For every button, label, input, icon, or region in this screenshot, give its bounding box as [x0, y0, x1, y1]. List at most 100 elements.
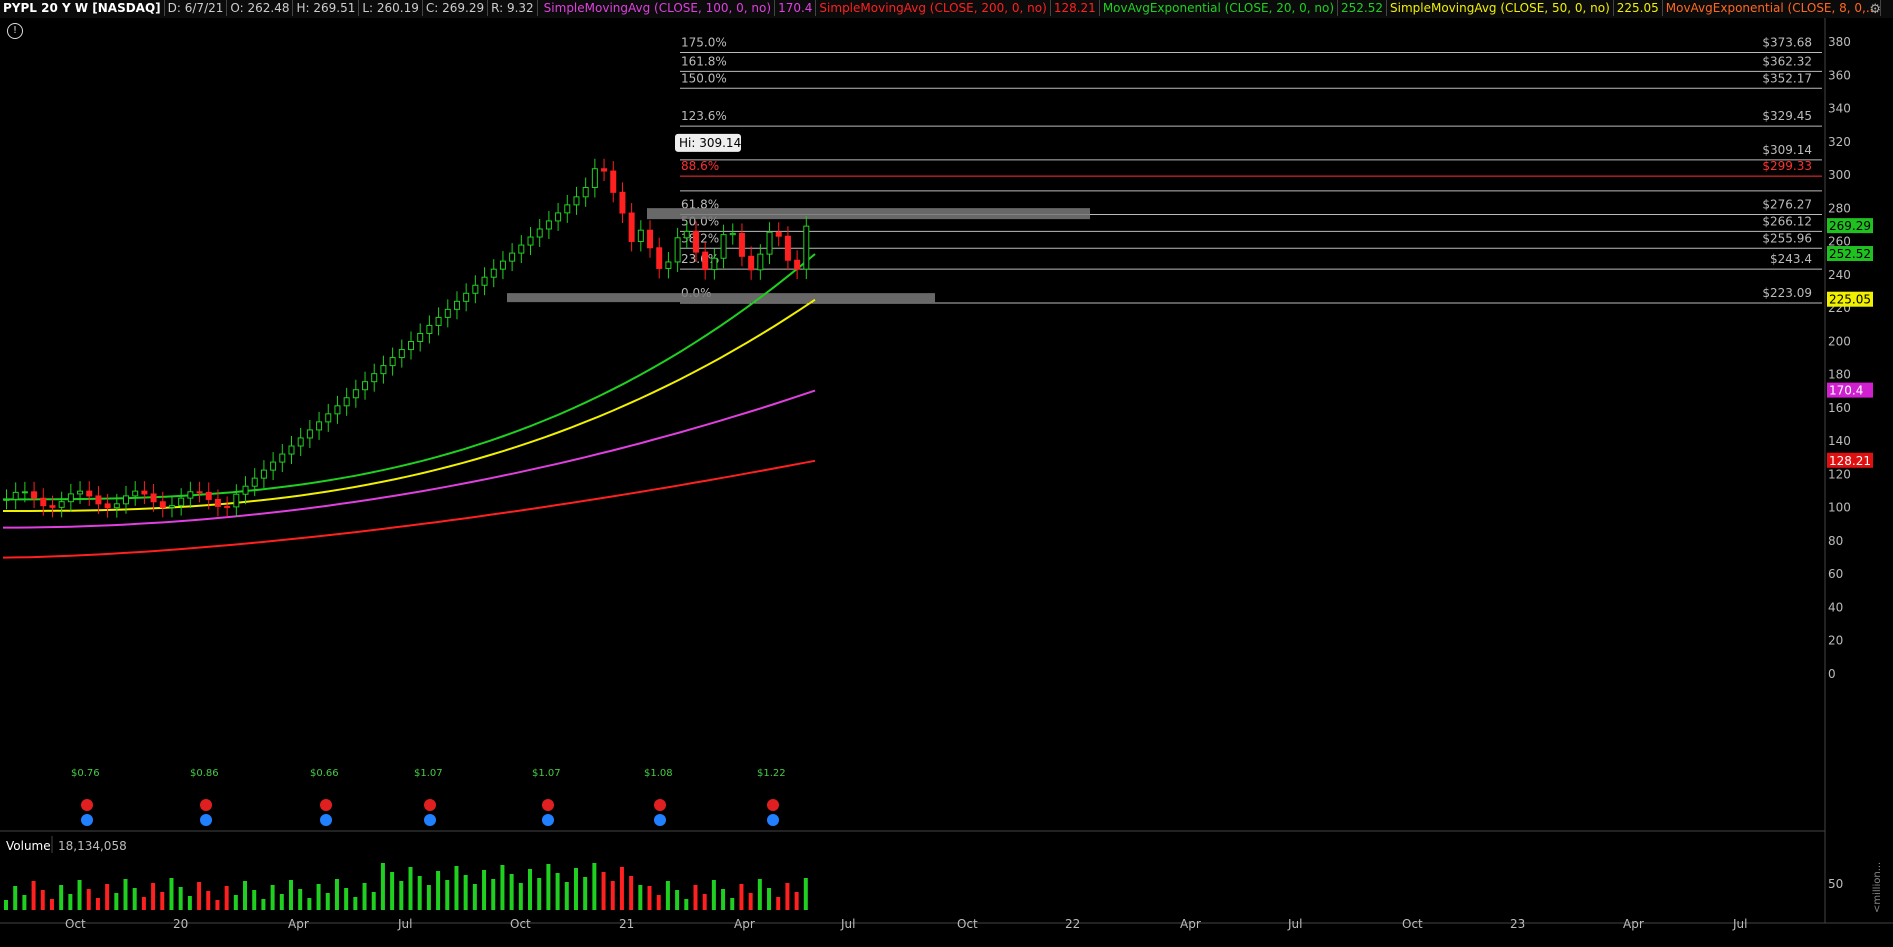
candle-body [49, 505, 56, 508]
fib-percent-label: 175.0% [681, 36, 727, 50]
volume-bar [794, 892, 799, 910]
volume-bar [288, 880, 293, 910]
candle-body [683, 230, 690, 239]
volume-bar [95, 898, 100, 910]
symbol-label[interactable]: PYPL 20 Y W [NASDAQ] [0, 0, 165, 16]
volume-bar [454, 866, 459, 910]
open-label: O: 262.48 [227, 0, 294, 16]
volume-bar [334, 879, 339, 910]
candle-body [619, 191, 626, 214]
volume-bar [169, 878, 174, 910]
volume-bar [638, 885, 643, 910]
close-label: C: 269.29 [423, 0, 489, 16]
candle-body [279, 453, 286, 463]
study-label[interactable]: SimpleMovingAvg (CLOSE, 200, 0, no) [816, 0, 1051, 16]
candle-body [214, 498, 221, 507]
price-axis-tick: 180 [1828, 368, 1851, 382]
candle-body [159, 501, 166, 508]
volume-bar [573, 868, 578, 910]
volume-bar [399, 881, 404, 910]
price-axis-tick: 60 [1828, 567, 1843, 581]
volume-panel [3, 833, 1825, 905]
time-axis-label: Apr [1623, 917, 1644, 931]
candle-body [242, 485, 249, 495]
fib-price-label: $243.4 [1770, 252, 1812, 266]
candle-body [408, 341, 414, 351]
candle-body [628, 212, 635, 242]
candle-body [775, 231, 782, 237]
volume-bar [592, 863, 597, 910]
study-label[interactable]: MovAvgExponential (CLOSE, 8, 0,... [1663, 0, 1882, 16]
price-axis-tick: 200 [1828, 334, 1851, 348]
fib-price-label: $352.17 [1762, 71, 1812, 85]
dividend-icon [767, 799, 779, 811]
volume-bar [702, 894, 707, 910]
volume-label: Volume [6, 839, 51, 853]
volume-bar [436, 871, 441, 910]
price-axis-tick: 320 [1828, 135, 1851, 149]
volume-bar [224, 886, 229, 910]
fib-price-label: $255.96 [1762, 231, 1812, 245]
study-value: 170.4 [775, 0, 817, 16]
price-axis-tick: 360 [1828, 68, 1851, 82]
volume-bar [555, 873, 560, 910]
volume-bar [380, 863, 385, 910]
price-tag: 269.29 [1829, 219, 1871, 233]
candle-body [123, 495, 130, 505]
earnings-icon [424, 814, 436, 826]
volume-bar [132, 888, 137, 910]
volume-bar [371, 892, 376, 910]
candle-body [573, 196, 580, 206]
volume-bar [243, 881, 248, 910]
candle-body [389, 357, 396, 367]
dividend-icon [424, 799, 436, 811]
earnings-icon [542, 814, 554, 826]
study-label[interactable]: MovAvgExponential (CLOSE, 20, 0, no) [1100, 0, 1338, 16]
volume-bar [408, 867, 413, 910]
candle-body [40, 497, 47, 507]
volume-bar [629, 876, 634, 910]
volume-bar [776, 897, 781, 910]
price-chart[interactable]: 0204060801001201401601802002202402602803… [0, 18, 1893, 943]
resistance-zone [647, 208, 1090, 220]
info-icon[interactable]: ! [7, 23, 23, 39]
candle-body [21, 491, 28, 494]
earnings-icon [320, 814, 332, 826]
candle-body [472, 284, 479, 294]
volume-bar [730, 898, 735, 910]
candle-body [481, 276, 488, 286]
volume-bar [151, 883, 156, 910]
studies-list: SimpleMovingAvg (CLOSE, 100, 0, no) 170.4… [538, 0, 1885, 16]
volume-bar [546, 864, 551, 910]
volume-bar [353, 897, 358, 910]
candle-body [582, 187, 589, 198]
volume-bar [619, 867, 624, 910]
chart-area[interactable]: 0 20 40 60 80 100 120 140 160 180 200 220 240 260 280 3… [0, 18, 1893, 943]
candle-body [178, 497, 185, 507]
candle-body [77, 490, 84, 495]
candle-body [702, 251, 709, 271]
candle-body [150, 493, 157, 503]
dividend-icon [320, 799, 332, 811]
volume-bar [4, 900, 8, 910]
study-label[interactable]: SimpleMovingAvg (CLOSE, 50, 0, no) [1387, 0, 1614, 16]
fib-price-label: $309.14 [1762, 143, 1812, 157]
volume-axis-tick: 50 [1828, 877, 1843, 891]
study-label[interactable]: SimpleMovingAvg (CLOSE, 100, 0, no) [541, 0, 776, 16]
candle-body [334, 405, 341, 415]
candle-body [104, 503, 111, 509]
fib-price-label: $329.45 [1762, 109, 1812, 123]
volume-bar [362, 883, 367, 910]
candle-body [113, 503, 120, 509]
candle-body [610, 170, 617, 193]
price-axis-tick: 300 [1828, 168, 1851, 182]
volume-bar [325, 893, 330, 910]
price-tag: 128.21 [1829, 454, 1871, 468]
time-axis-label: Jul [397, 917, 412, 931]
volume-bar [647, 886, 652, 910]
volume-bar [270, 885, 275, 910]
candle-body [591, 168, 598, 189]
candle-body [490, 268, 497, 278]
candle-body [297, 437, 304, 447]
settings-icon[interactable]: ⚙ [1869, 2, 1881, 17]
